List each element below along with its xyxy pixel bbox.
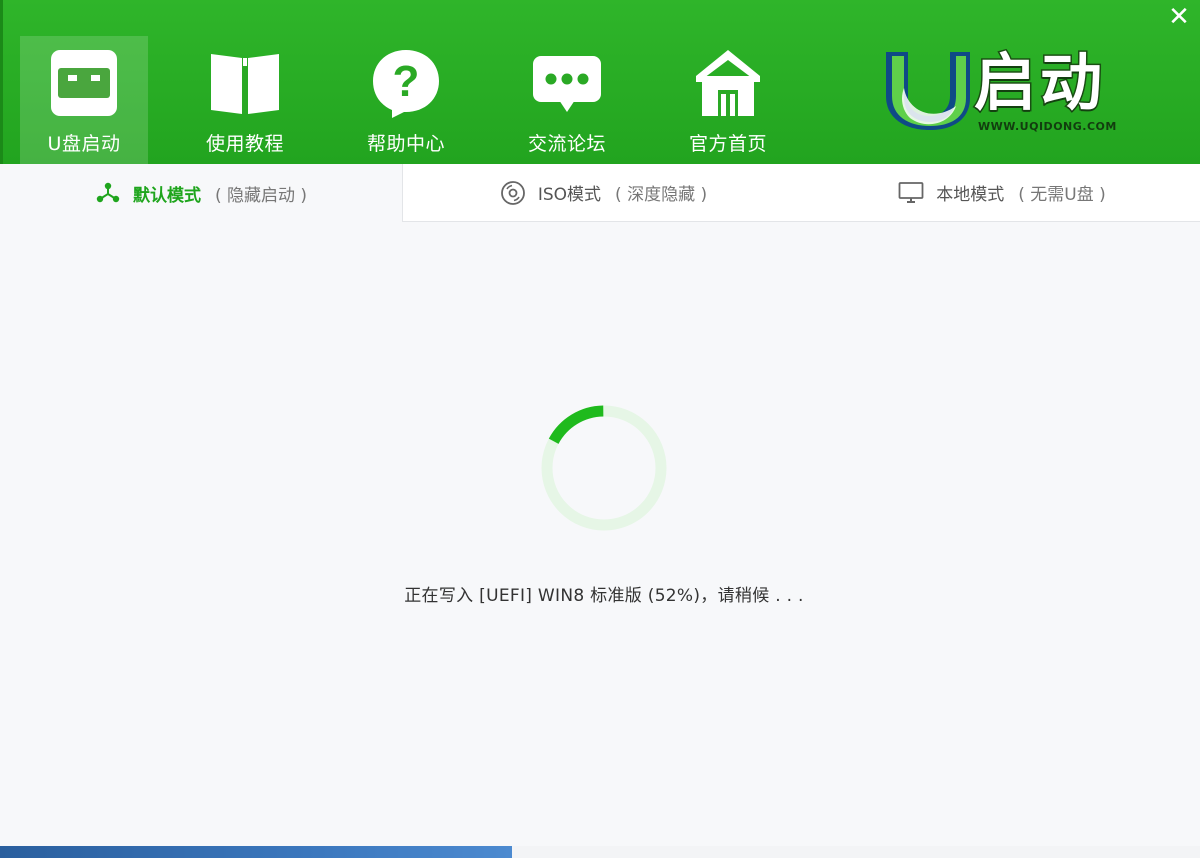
progress-spinner — [541, 405, 667, 531]
tab-iso-mode[interactable]: ISO模式 ( 深度隐藏 ) — [402, 164, 804, 222]
nav-item-label: 帮助中心 — [366, 133, 445, 155]
nav-item-label: 交流论坛 — [527, 133, 606, 155]
brand-logo: 启动 WWW.UQIDONG.COM — [878, 46, 1140, 144]
main-nav: U盘启动 使用教程 ? 帮助中心 交流论坛 官方首页 — [20, 36, 825, 164]
svg-text:?: ? — [393, 57, 420, 106]
tab-label: ISO模式 — [537, 185, 602, 205]
close-button[interactable]: ✕ — [1166, 4, 1192, 30]
disc-icon — [500, 180, 525, 205]
nav-item-label: 使用教程 — [205, 133, 284, 155]
nav-item-help[interactable]: ? 帮助中心 — [342, 36, 470, 164]
book-icon — [211, 54, 279, 114]
usb-drive-icon — [51, 50, 117, 116]
progress-status-text: 正在写入 [UEFI] WIN8 标准版 (52%)，请稍候 . . . — [404, 586, 804, 606]
nav-item-forum[interactable]: 交流论坛 — [503, 36, 631, 164]
brand-logo-text: 启动 — [972, 46, 1107, 119]
tab-label: 本地模式 — [936, 185, 1005, 205]
taskbar-edge — [0, 846, 512, 858]
tab-sublabel: ( 深度隐藏 ) — [615, 185, 708, 205]
chat-bubble-icon — [533, 56, 601, 112]
nav-item-tutorial[interactable]: 使用教程 — [181, 36, 309, 164]
tab-label: 默认模式 — [132, 185, 201, 206]
tab-default-mode[interactable]: 默认模式 ( 隐藏启动 ) — [0, 164, 402, 222]
brand-url: WWW.UQIDONG.COM — [978, 120, 1117, 133]
share-nodes-icon — [96, 182, 120, 203]
tab-sublabel: ( 隐藏启动 ) — [214, 185, 308, 206]
nav-item-label: 官方首页 — [688, 133, 767, 155]
u-logo-mark-icon — [886, 52, 970, 130]
nav-item-label: U盘启动 — [47, 133, 121, 155]
tab-sublabel: ( 无需U盘 ) — [1018, 185, 1106, 205]
progress-arc — [541, 405, 667, 531]
tab-local-mode[interactable]: 本地模式 ( 无需U盘 ) — [804, 164, 1200, 222]
nav-item-homepage[interactable]: 官方首页 — [664, 36, 792, 164]
header-bar: U盘启动 使用教程 ? 帮助中心 交流论坛 官方首页 启动 WWW.UQIDON… — [0, 0, 1200, 164]
home-icon — [696, 50, 760, 116]
close-icon: ✕ — [1168, 2, 1190, 32]
nav-item-usb-boot[interactable]: U盘启动 — [20, 36, 148, 164]
mode-tabs: 默认模式 ( 隐藏启动 ) ISO模式 ( 深度隐藏 ) 本地模式 ( 无需U盘… — [0, 164, 1200, 222]
monitor-icon — [898, 181, 924, 203]
help-question-icon: ? — [373, 50, 439, 118]
